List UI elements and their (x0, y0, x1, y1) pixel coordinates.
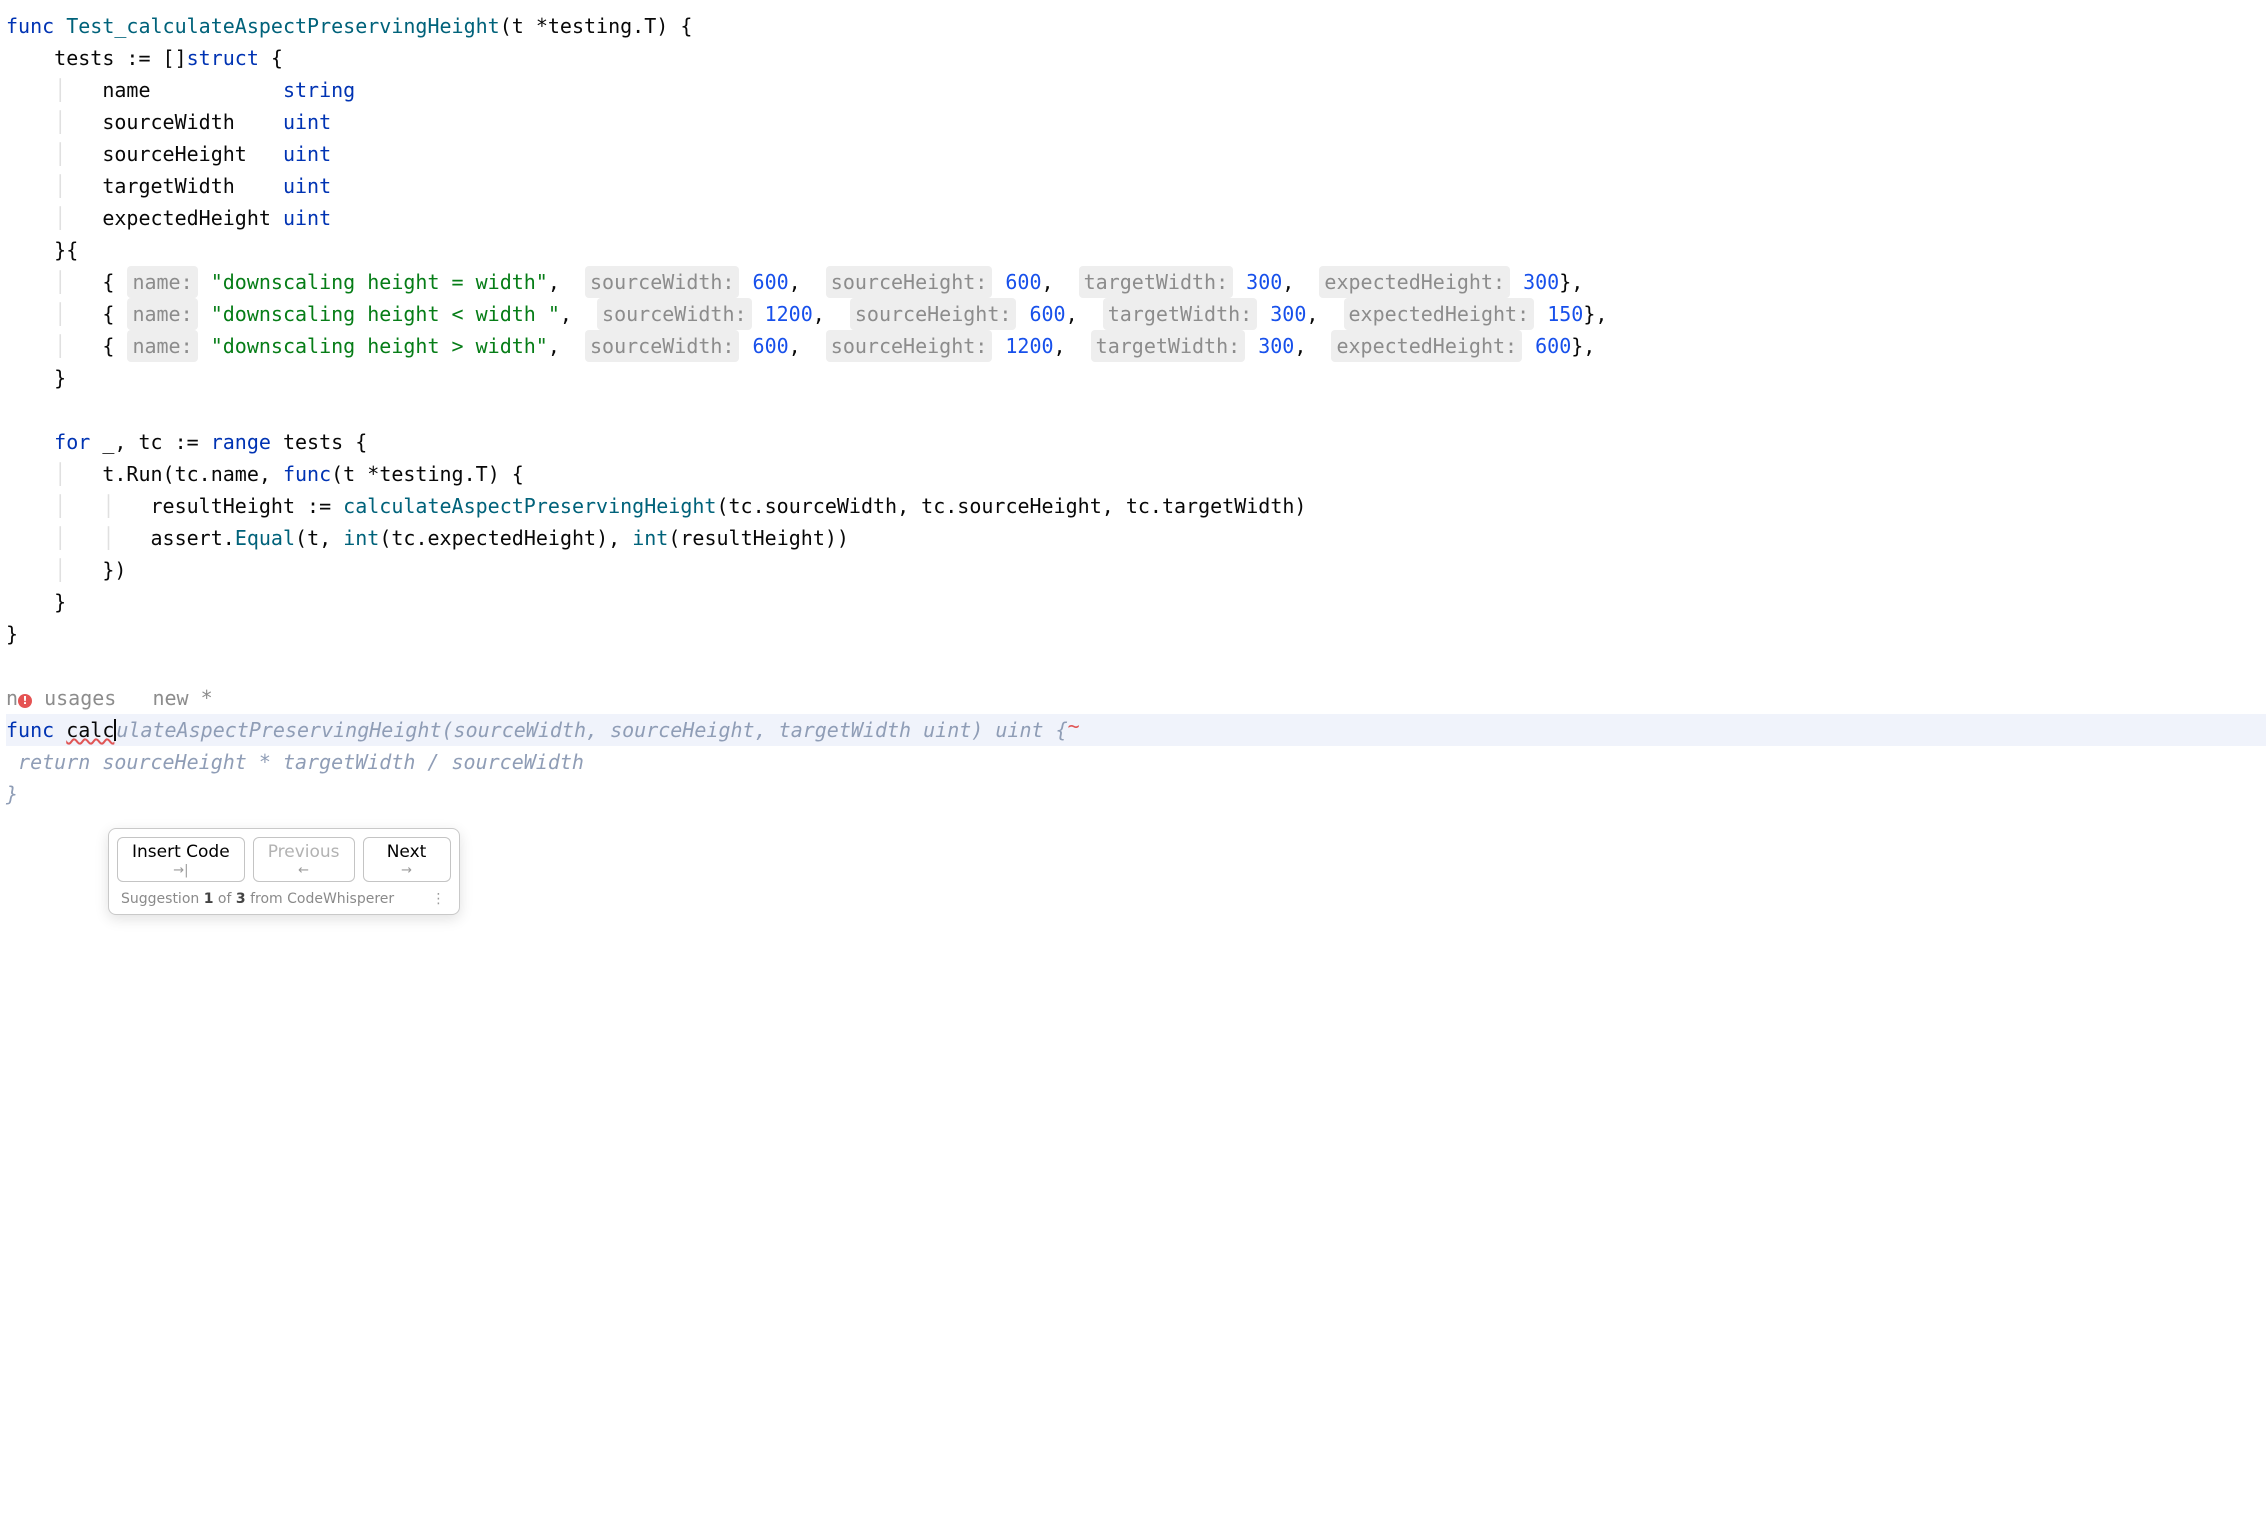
code-line: tests := []struct { (6, 42, 2266, 74)
suggestion-status: Suggestion 1 of 3 from CodeWhisperer ⋮ (117, 882, 451, 908)
shortcut-hint: → (378, 864, 436, 877)
code-line: │ sourceWidth uint (6, 106, 2266, 138)
error-badge-icon: ! (18, 694, 32, 708)
code-line: │ { name: "downscaling height < width ",… (6, 298, 2266, 330)
insert-code-button[interactable]: Insert Code →| (117, 837, 245, 882)
code-line: │ name string (6, 74, 2266, 106)
more-menu-icon[interactable]: ⋮ (432, 892, 447, 906)
code-line: │ t.Run(tc.name, func(t *testing.T) { (6, 458, 2266, 490)
code-line: } (6, 586, 2266, 618)
previous-button[interactable]: Previous ← (253, 837, 355, 882)
code-line: │ sourceHeight uint (6, 138, 2266, 170)
code-line: } (6, 362, 2266, 394)
code-line: │ targetWidth uint (6, 170, 2266, 202)
text-caret (114, 719, 116, 741)
code-line: } (6, 618, 2266, 650)
inlay-annotations: n! usages new * (6, 682, 2266, 714)
suggestion-toolbar: Insert Code →| Previous ← Next → Suggest… (108, 828, 460, 915)
shortcut-hint: ← (268, 864, 340, 877)
next-button[interactable]: Next → (363, 837, 451, 882)
blank-line (6, 650, 2266, 682)
code-editor[interactable]: func Test_calculateAspectPreservingHeigh… (0, 0, 2266, 868)
code-line: │ │ assert.Equal(t, int(tc.expectedHeigh… (6, 522, 2266, 554)
shortcut-hint: →| (132, 864, 230, 877)
code-line: │ }) (6, 554, 2266, 586)
code-line: │ │ resultHeight := calculateAspectPrese… (6, 490, 2266, 522)
code-line-active: func calculateAspectPreservingHeight(sou… (6, 714, 2266, 746)
ghost-line: return sourceHeight * targetWidth / sour… (6, 746, 2266, 778)
typed-text: calc (66, 718, 114, 742)
code-line: │ { name: "downscaling height > width", … (6, 330, 2266, 362)
ghost-suggestion: ulateAspectPreservingHeight(sourceWidth,… (116, 718, 1067, 742)
ghost-line: } (6, 778, 2266, 810)
code-line: │ expectedHeight uint (6, 202, 2266, 234)
blank-line (6, 394, 2266, 426)
code-line: │ { name: "downscaling height = width", … (6, 266, 2266, 298)
code-line: for _, tc := range tests { (6, 426, 2266, 458)
code-line: func Test_calculateAspectPreservingHeigh… (6, 10, 2266, 42)
code-line: }{ (6, 234, 2266, 266)
